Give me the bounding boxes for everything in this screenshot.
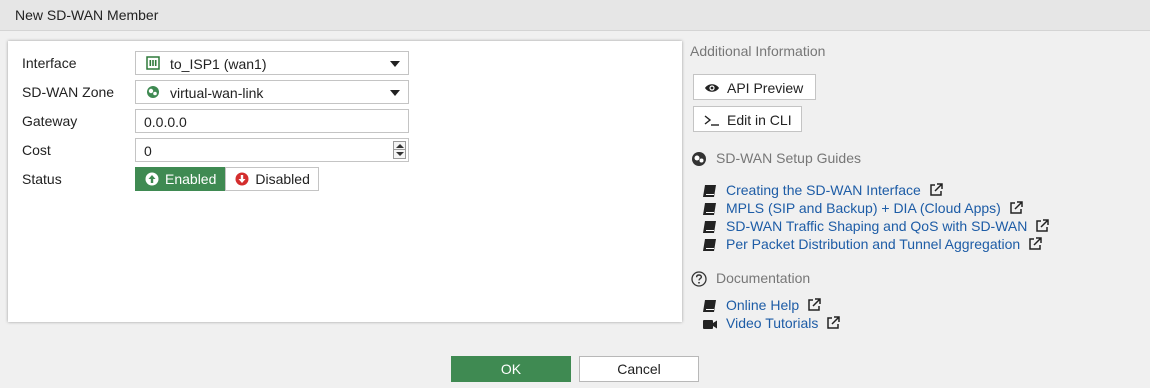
guide-link-label: Creating the SD-WAN Interface: [726, 182, 921, 198]
video-camera-icon: [703, 320, 717, 329]
interface-row: Interface to_ISP1 (wan1): [8, 51, 682, 75]
step-down-icon[interactable]: [396, 152, 404, 156]
external-link-icon: [808, 298, 821, 311]
gateway-row: Gateway 0.0.0.0: [8, 109, 682, 133]
book-icon: [703, 185, 716, 197]
eye-icon: [705, 84, 719, 92]
book-icon: [703, 239, 716, 251]
zone-row: SD-WAN Zone virtual-wan-link: [8, 80, 682, 104]
cost-value: 0: [144, 143, 152, 159]
external-link-icon: [1036, 219, 1050, 232]
status-enabled-button[interactable]: Enabled: [135, 167, 226, 191]
port-icon: [146, 56, 160, 70]
dialog-titlebar: New SD-WAN Member: [0, 0, 1150, 31]
gateway-value: 0.0.0.0: [144, 114, 187, 130]
status-disabled-button[interactable]: Disabled: [225, 167, 319, 191]
status-label: Status: [22, 171, 62, 187]
interface-value: to_ISP1 (wan1): [170, 56, 267, 72]
arrow-down-circle-icon: [235, 172, 249, 186]
guide-link-label: MPLS (SIP and Backup) + DIA (Cloud Apps): [726, 200, 1001, 216]
zone-label: SD-WAN Zone: [22, 84, 115, 100]
cost-input[interactable]: 0: [135, 138, 409, 162]
zone-value: virtual-wan-link: [170, 85, 264, 101]
gateway-label: Gateway: [22, 113, 78, 129]
online-help-label: Online Help: [726, 297, 800, 313]
sdwan-zone-icon: [147, 86, 159, 98]
ok-button[interactable]: OK: [451, 356, 571, 382]
chevron-down-icon: [390, 61, 400, 67]
external-link-icon: [827, 316, 841, 329]
interface-label: Interface: [22, 55, 77, 71]
video-tutorials-label: Video Tutorials: [726, 315, 819, 331]
guide-link-label: Per Packet Distribution and Tunnel Aggre…: [726, 236, 1021, 252]
guide-link-label: SD-WAN Traffic Shaping and QoS with SD-W…: [726, 218, 1028, 234]
status-toggle: Enabled Disabled: [135, 167, 319, 191]
additional-info-title: Additional Information: [690, 43, 826, 59]
cost-label: Cost: [22, 142, 51, 158]
external-link-icon: [1010, 201, 1023, 214]
book-icon: [703, 203, 716, 215]
arrow-up-circle-icon: [145, 172, 159, 186]
zone-select[interactable]: virtual-wan-link: [135, 80, 409, 104]
cost-row: Cost 0: [8, 138, 682, 162]
edit-cli-button[interactable]: Edit in CLI: [693, 106, 802, 132]
dialog-title: New SD-WAN Member: [15, 7, 159, 23]
step-up-icon[interactable]: [396, 144, 404, 148]
guides-title: SD-WAN Setup Guides: [716, 150, 861, 166]
status-row: Status Enabled Disabled: [8, 167, 682, 191]
external-link-icon: [930, 183, 943, 196]
external-link-icon: [1029, 237, 1042, 250]
interface-select[interactable]: to_ISP1 (wan1): [135, 51, 409, 75]
edit-cli-label: Edit in CLI: [727, 112, 792, 128]
api-preview-button[interactable]: API Preview: [693, 74, 816, 100]
form-panel: Interface to_ISP1 (wan1) SD-WAN Zone vir…: [8, 41, 682, 322]
status-disabled-label: Disabled: [255, 171, 310, 187]
documentation-title: Documentation: [716, 270, 811, 286]
gateway-input[interactable]: 0.0.0.0: [135, 109, 409, 133]
status-enabled-label: Enabled: [165, 171, 217, 187]
stepper-divider: [394, 149, 405, 150]
sdwan-guides-icon: [692, 152, 706, 166]
cost-stepper[interactable]: [393, 141, 406, 159]
chevron-down-icon: [390, 90, 400, 96]
terminal-icon: [704, 115, 719, 126]
book-icon: [703, 300, 716, 312]
book-icon: [703, 221, 716, 233]
cancel-button[interactable]: Cancel: [579, 356, 699, 382]
api-preview-label: API Preview: [727, 80, 804, 96]
help-circle-icon: [691, 271, 707, 287]
